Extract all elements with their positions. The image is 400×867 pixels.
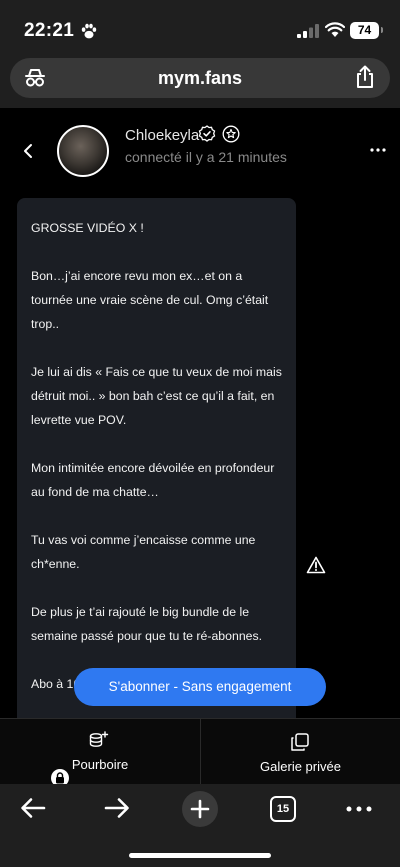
browser-menu-icon[interactable] [346,806,372,812]
wifi-icon [325,22,345,37]
more-options-icon[interactable] [370,148,386,152]
paw-icon [81,23,97,39]
message-paragraph: Je lui ai dis « Fais ce que tu veux de m… [31,365,282,427]
message-paragraph: Mon intimitée encore dévoilée en profond… [31,461,275,499]
private-gallery-button[interactable]: Galerie privée [201,719,400,785]
share-icon[interactable] [354,65,376,89]
back-chevron-icon[interactable] [20,142,38,160]
gallery-label: Galerie privée [260,759,341,774]
avatar[interactable] [57,125,109,177]
back-arrow-icon[interactable] [20,797,46,819]
url-text[interactable]: mym.fans [10,68,390,89]
chat-page: Chloekeyla connecté il y a 21 minutes GR… [0,108,400,718]
bottom-actions: Pourboire Galerie privée [0,718,400,787]
profile-name[interactable]: Chloekeyla [125,127,199,144]
browser-address-area: mym.fans [0,56,400,108]
online-status: connecté il y a 21 minutes [125,149,287,165]
star-badge-icon [222,125,240,143]
tabs-count-button[interactable]: 15 [270,796,296,822]
lock-icon [56,772,64,784]
message-bubble: GROSSE VIDÉO X ! Bon…j’ai encore revu mo… [17,198,296,718]
browser-toolbar: 15 [0,784,400,867]
status-bar: 22:21 74 [0,0,400,56]
tip-button[interactable]: Pourboire [0,719,200,787]
plus-icon [190,799,210,819]
address-bar[interactable]: mym.fans [10,58,390,98]
tip-label: Pourboire [71,757,129,772]
message-paragraph: Bon…j’ai encore revu mon ex…et on a tour… [31,269,269,331]
battery-indicator: 74 [350,22,383,39]
status-time: 22:21 [24,20,75,41]
message-paragraph: De plus je t’ai rajouté le big bundle de… [31,605,263,643]
subscribe-button[interactable]: S'abonner - Sans engagement [74,668,326,706]
verified-badge-icon [198,125,216,142]
gallery-icon [291,733,309,751]
message-paragraph: Tu vas voi comme j’encaisse comme une ch… [31,533,256,571]
message-paragraph: GROSSE VIDÉO X ! [31,221,144,235]
home-indicator [129,853,271,858]
forward-arrow-icon[interactable] [104,797,130,819]
signal-icon [297,24,319,38]
coins-icon [89,731,109,747]
new-tab-button[interactable] [182,791,218,827]
report-warning-icon[interactable] [306,556,326,574]
